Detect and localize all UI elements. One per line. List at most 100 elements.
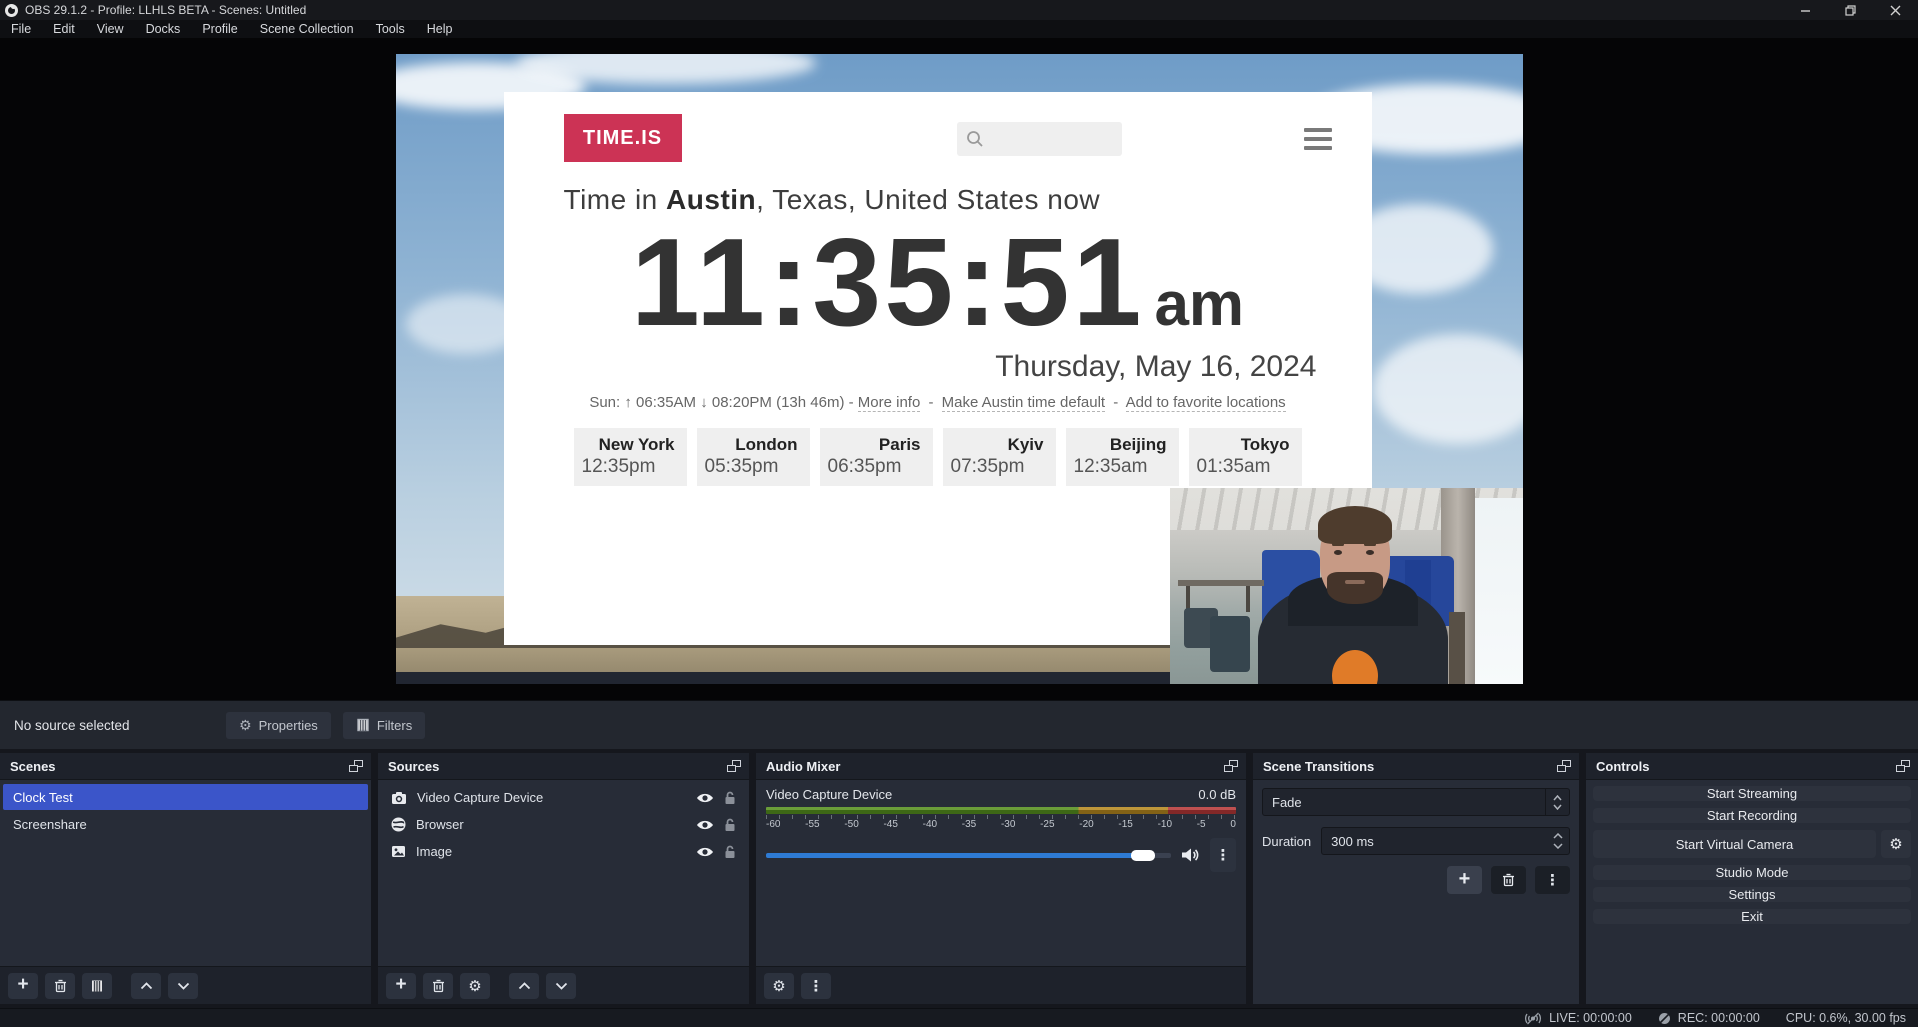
transition-select[interactable]: Fade	[1262, 788, 1570, 816]
city-card[interactable]: Paris 06:35pm	[820, 428, 933, 486]
minimize-button[interactable]	[1783, 0, 1828, 20]
exit-button[interactable]: Exit	[1593, 909, 1911, 924]
studio-mode-button[interactable]: Studio Mode	[1593, 865, 1911, 880]
add-transition-button[interactable]: +	[1447, 866, 1482, 894]
scene-transitions-panel: Scene Transitions Fade Duration	[1253, 753, 1579, 1004]
make-default-link[interactable]: Make Austin time default	[942, 394, 1105, 412]
move-scene-down-button[interactable]	[168, 973, 198, 999]
remove-scene-button[interactable]	[45, 973, 75, 999]
menu-view[interactable]: View	[86, 20, 135, 38]
close-button[interactable]	[1873, 0, 1918, 20]
start-recording-button[interactable]: Start Recording	[1593, 808, 1911, 823]
eye-icon[interactable]	[696, 846, 714, 858]
timeis-logo: TIME.IS	[564, 114, 682, 162]
gear-icon: ⚙	[468, 977, 481, 995]
source-item-browser[interactable]: Browser	[381, 812, 746, 837]
spin-down-icon[interactable]	[1553, 843, 1563, 849]
menu-edit[interactable]: Edit	[42, 20, 86, 38]
chevron-down-icon	[555, 982, 568, 990]
trash-icon	[1502, 873, 1515, 887]
select-arrows-icon[interactable]	[1545, 789, 1569, 815]
current-date: Thursday, May 16, 2024	[504, 350, 1372, 384]
duration-spinbox[interactable]: 300 ms	[1321, 827, 1570, 855]
page-title: Time in Austin, Texas, United States now	[504, 184, 1372, 216]
menu-scene-collection[interactable]: Scene Collection	[249, 20, 365, 38]
popout-icon[interactable]	[727, 760, 741, 772]
menu-profile[interactable]: Profile	[191, 20, 248, 38]
advanced-audio-button[interactable]: ⚙	[764, 973, 794, 999]
status-bar: LIVE: 00:00:00 REC: 00:00:00 CPU: 0.6%, …	[0, 1008, 1918, 1027]
menu-help[interactable]: Help	[416, 20, 464, 38]
menu-docks[interactable]: Docks	[135, 20, 192, 38]
move-source-down-button[interactable]	[546, 973, 576, 999]
source-item-video-capture[interactable]: Video Capture Device	[381, 785, 746, 810]
move-scene-up-button[interactable]	[131, 973, 161, 999]
eye-icon[interactable]	[696, 792, 714, 804]
settings-button[interactable]: Settings	[1593, 887, 1911, 902]
city-card[interactable]: Tokyo 01:35am	[1189, 428, 1302, 486]
filters-button[interactable]: Filters	[343, 712, 425, 739]
spin-up-icon[interactable]	[1553, 833, 1563, 839]
rec-status: REC: 00:00:00	[1658, 1011, 1760, 1025]
scene-filters-button[interactable]	[82, 973, 112, 999]
mixer-channel-menu-button[interactable]: ⋮	[1210, 838, 1236, 872]
popout-icon[interactable]	[1557, 760, 1571, 772]
mixer-menu-button[interactable]: ⋮	[801, 973, 831, 999]
menu-tools[interactable]: Tools	[365, 20, 416, 38]
world-clock-row: New York 12:35pm London 05:35pm Paris 06…	[504, 428, 1372, 486]
audio-mixer-panel: Audio Mixer Video Capture Device 0.0 dB …	[756, 753, 1246, 1004]
restore-button[interactable]	[1828, 0, 1873, 20]
virtual-camera-settings-button[interactable]: ⚙	[1881, 830, 1911, 858]
more-info-link[interactable]: More info	[858, 394, 921, 412]
lock-icon[interactable]	[724, 845, 736, 859]
filters-icon	[90, 979, 104, 993]
source-item-image[interactable]: Image	[381, 839, 746, 864]
stream-inactive-icon	[1524, 1012, 1542, 1025]
move-source-up-button[interactable]	[509, 973, 539, 999]
chevron-up-icon	[140, 982, 153, 990]
obs-window: OBS 29.1.2 - Profile: LLHLS BETA - Scene…	[0, 0, 1918, 1027]
webcam-overlay	[1170, 488, 1523, 684]
add-scene-button[interactable]: +	[8, 973, 38, 999]
city-card[interactable]: Kyiv 07:35pm	[943, 428, 1056, 486]
start-virtual-camera-button[interactable]: Start Virtual Camera	[1593, 830, 1876, 858]
source-properties-button[interactable]: ⚙	[460, 973, 490, 999]
add-source-button[interactable]: +	[386, 973, 416, 999]
city-card[interactable]: New York 12:35pm	[574, 428, 687, 486]
duration-label: Duration	[1262, 834, 1311, 849]
source-status-text: No source selected	[14, 718, 226, 733]
speaker-icon[interactable]	[1181, 847, 1200, 863]
menu-file[interactable]: File	[0, 20, 42, 38]
add-favorite-link[interactable]: Add to favorite locations	[1126, 394, 1286, 412]
volume-slider-handle[interactable]	[1131, 850, 1155, 861]
sources-panel: Sources Video Capture Device Browser	[378, 753, 749, 1004]
preview-area[interactable]: TIME.IS Time in Austin, Texas, United St…	[0, 38, 1918, 700]
trash-icon	[54, 979, 67, 993]
transition-properties-button[interactable]: ⋮	[1535, 866, 1570, 894]
scene-item-clock-test[interactable]: Clock Test	[3, 784, 368, 810]
window-title: OBS 29.1.2 - Profile: LLHLS BETA - Scene…	[25, 3, 306, 17]
eye-icon[interactable]	[696, 819, 714, 831]
lock-icon[interactable]	[724, 818, 736, 832]
scene-item-screenshare[interactable]: Screenshare	[3, 811, 368, 837]
search-input[interactable]	[957, 122, 1122, 156]
city-card[interactable]: London 05:35pm	[697, 428, 810, 486]
source-toolbar: No source selected ⚙ Properties Filters	[0, 700, 1918, 749]
volume-slider[interactable]	[766, 853, 1171, 858]
hamburger-menu-icon[interactable]	[1304, 128, 1332, 150]
start-streaming-button[interactable]: Start Streaming	[1593, 786, 1911, 801]
city-card[interactable]: Beijing 12:35am	[1066, 428, 1179, 486]
popout-icon[interactable]	[349, 760, 363, 772]
audio-mixer-title: Audio Mixer	[766, 759, 840, 774]
remove-transition-button[interactable]	[1491, 866, 1526, 894]
properties-button[interactable]: ⚙ Properties	[226, 712, 331, 739]
popout-icon[interactable]	[1224, 760, 1238, 772]
chevron-up-icon	[518, 982, 531, 990]
image-icon	[391, 845, 406, 858]
trash-icon	[432, 979, 445, 993]
mixer-db-value: 0.0 dB	[1198, 787, 1236, 802]
menu-bar: File Edit View Docks Profile Scene Colle…	[0, 20, 1918, 38]
lock-icon[interactable]	[724, 791, 736, 805]
remove-source-button[interactable]	[423, 973, 453, 999]
popout-icon[interactable]	[1896, 760, 1910, 772]
